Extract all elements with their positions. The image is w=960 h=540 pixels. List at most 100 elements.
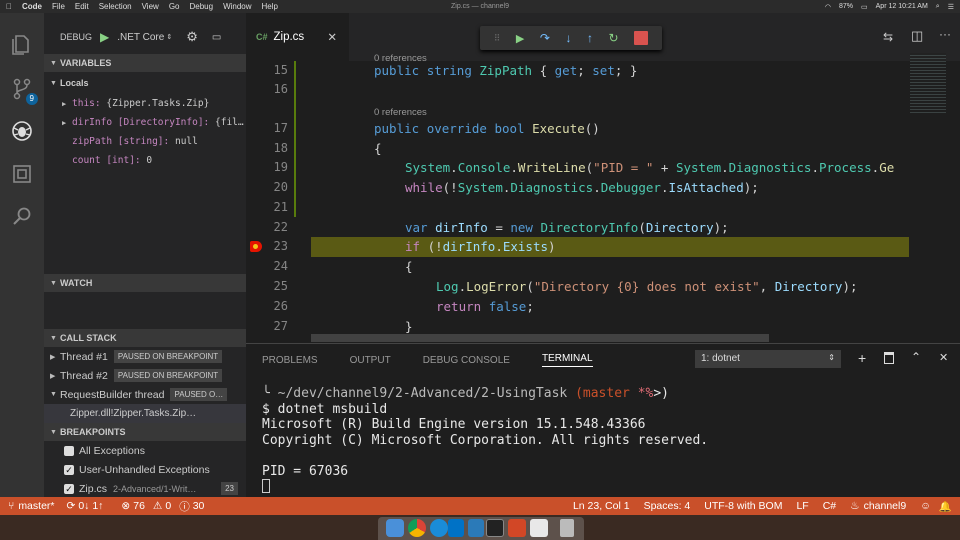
finder-icon[interactable]: [386, 519, 404, 537]
code-line: 22 var dirInfo = new DirectoryInfo(Direct…: [246, 218, 960, 238]
open-changes-icon[interactable]: ⇆: [883, 30, 893, 44]
breakpoints-header[interactable]: ▼ BREAKPOINTS: [44, 423, 246, 441]
sync-status[interactable]: 0↓ 1↑: [78, 500, 103, 512]
menu-view[interactable]: View: [142, 2, 159, 11]
maximize-panel-icon[interactable]: ⌃: [911, 350, 921, 364]
menu-list-icon[interactable]: ☰: [948, 3, 954, 11]
menu-help[interactable]: Help: [262, 2, 278, 11]
git-branch-status[interactable]: master*: [18, 500, 54, 512]
step-into-icon[interactable]: ↓: [565, 31, 571, 45]
stack-frame[interactable]: Zipper.dll!Zipper.Tasks.Zip…: [44, 404, 246, 423]
explorer-icon[interactable]: [8, 31, 36, 59]
continue-icon[interactable]: ▶: [516, 32, 524, 45]
checkbox[interactable]: [64, 445, 74, 456]
battery-percent[interactable]: 87%: [839, 3, 853, 10]
warning-count[interactable]: 0: [165, 500, 171, 512]
chevron-updown-icon[interactable]: ⇕: [166, 33, 172, 41]
source-control-icon[interactable]: 9: [8, 75, 38, 105]
menu-selection[interactable]: Selection: [99, 2, 132, 11]
callstack-header[interactable]: ▼ CALL STACK: [44, 329, 246, 347]
vscode-icon[interactable]: [468, 519, 484, 537]
debug-console-icon[interactable]: ▭: [212, 32, 221, 43]
tab-problems[interactable]: PROBLEMS: [262, 355, 318, 366]
trash-icon[interactable]: [884, 352, 894, 364]
clock[interactable]: Apr 12 10:21 AM: [876, 3, 928, 10]
minimap[interactable]: [910, 53, 946, 113]
stop-icon[interactable]: [634, 31, 649, 45]
error-icon[interactable]: ⊗: [121, 500, 130, 512]
locals-scope[interactable]: ▼ Locals: [44, 72, 246, 94]
variables-header[interactable]: ▼ VARIABLES: [44, 54, 246, 72]
horizontal-scrollbar[interactable]: [311, 334, 769, 342]
info-count[interactable]: 30: [193, 500, 205, 512]
encoding[interactable]: UTF-8 with BOM: [704, 500, 782, 512]
thread-row[interactable]: ▶ Thread #1 PAUSED ON BREAKPOINT: [44, 347, 246, 366]
terminal[interactable]: ╰ ~/dev/channel9/2-Advanced/2-UsingTask …: [246, 376, 960, 495]
drag-handle-icon[interactable]: ⠿: [494, 33, 501, 44]
debug-bug-icon[interactable]: [8, 117, 36, 145]
breakpoint-row[interactable]: ✓ Zip.cs 2-Advanced/1-Writ… 23: [44, 479, 246, 497]
sync-icon[interactable]: ⟳: [67, 500, 76, 512]
tab-debug-console[interactable]: DEBUG CONSOLE: [423, 355, 510, 366]
breakpoint-row[interactable]: All Exceptions: [44, 441, 246, 460]
debug-config-select[interactable]: .NET Core: [117, 32, 164, 43]
battery-icon[interactable]: ▭: [861, 3, 868, 11]
menu-file[interactable]: File: [52, 2, 65, 11]
bell-icon[interactable]: 🔔: [939, 500, 952, 513]
cursor-position[interactable]: Ln 23, Col 1: [573, 500, 630, 512]
variable-row[interactable]: count [int]: 0: [44, 151, 246, 170]
tab-terminal[interactable]: TERMINAL: [541, 353, 593, 367]
search-icon[interactable]: [8, 202, 36, 230]
info-icon[interactable]: ⓘ: [179, 499, 190, 514]
wifi-icon[interactable]: ◠: [825, 3, 831, 11]
smiley-icon[interactable]: ☺: [920, 500, 931, 512]
powerpoint-icon[interactable]: [508, 519, 526, 537]
references-codelens[interactable]: 0 references: [374, 107, 427, 118]
flame-icon[interactable]: ♨: [850, 500, 859, 512]
extensions-icon[interactable]: [8, 160, 36, 188]
watch-header[interactable]: ▼ WATCH: [44, 274, 246, 292]
gear-icon[interactable]: ⚙: [186, 29, 198, 45]
language-mode[interactable]: C#: [823, 500, 836, 512]
split-editor-icon[interactable]: ◫: [911, 28, 923, 44]
search-icon[interactable]: ⌕: [936, 3, 940, 11]
terminal-output: Copyright (C) Microsoft Corporation. All…: [262, 432, 709, 448]
trash-icon[interactable]: [560, 519, 574, 537]
terminal-app-icon[interactable]: [486, 519, 504, 537]
step-out-icon[interactable]: ↑: [587, 31, 593, 45]
checkbox-checked[interactable]: ✓: [64, 464, 74, 475]
menu-edit[interactable]: Edit: [75, 2, 89, 11]
add-terminal-icon[interactable]: +: [858, 350, 866, 366]
breakpoint-row[interactable]: ✓ User-Unhandled Exceptions: [44, 460, 246, 479]
step-over-icon[interactable]: ↷: [540, 31, 550, 45]
tab-output[interactable]: OUTPUT: [350, 355, 391, 366]
restart-icon[interactable]: ↻: [609, 31, 619, 45]
edge-icon[interactable]: [430, 519, 448, 537]
project-name[interactable]: channel9: [864, 500, 907, 512]
error-count[interactable]: 76: [133, 500, 145, 512]
variable-row[interactable]: zipPath [string]: null: [44, 132, 246, 151]
menu-go[interactable]: Go: [169, 2, 180, 11]
apple-menu-icon[interactable]: : [6, 2, 12, 11]
warning-icon[interactable]: ⚠: [153, 500, 162, 512]
keynote-icon[interactable]: [530, 519, 548, 537]
outlook-icon[interactable]: [448, 519, 464, 537]
variable-row[interactable]: ▶ this: {Zipper.Tasks.Zip}: [44, 94, 246, 113]
app-menu[interactable]: Code: [22, 2, 42, 11]
thread-row[interactable]: ▼ RequestBuilder thread PAUSED O…: [44, 385, 246, 404]
line-ending[interactable]: LF: [796, 500, 808, 512]
thread-row[interactable]: ▶ Thread #2 PAUSED ON BREAKPOINT: [44, 366, 246, 385]
code-text: var dirInfo = new DirectoryInfo(Director…: [405, 220, 729, 235]
start-debugging-icon[interactable]: ▶: [100, 30, 109, 44]
close-icon[interactable]: ✕: [327, 30, 337, 44]
more-actions-icon[interactable]: ···: [939, 27, 951, 41]
indentation[interactable]: Spaces: 4: [644, 500, 691, 512]
menu-window[interactable]: Window: [223, 2, 251, 11]
terminal-select[interactable]: 1: dotnet ⇕: [695, 350, 841, 368]
variable-row[interactable]: ▶ dirInfo [DirectoryInfo]: {fil…: [44, 113, 246, 132]
chrome-icon[interactable]: [408, 519, 426, 537]
checkbox-checked[interactable]: ✓: [64, 483, 74, 494]
menu-debug[interactable]: Debug: [189, 2, 213, 11]
line-number: 26: [273, 299, 288, 313]
close-panel-icon[interactable]: ✕: [939, 351, 948, 364]
